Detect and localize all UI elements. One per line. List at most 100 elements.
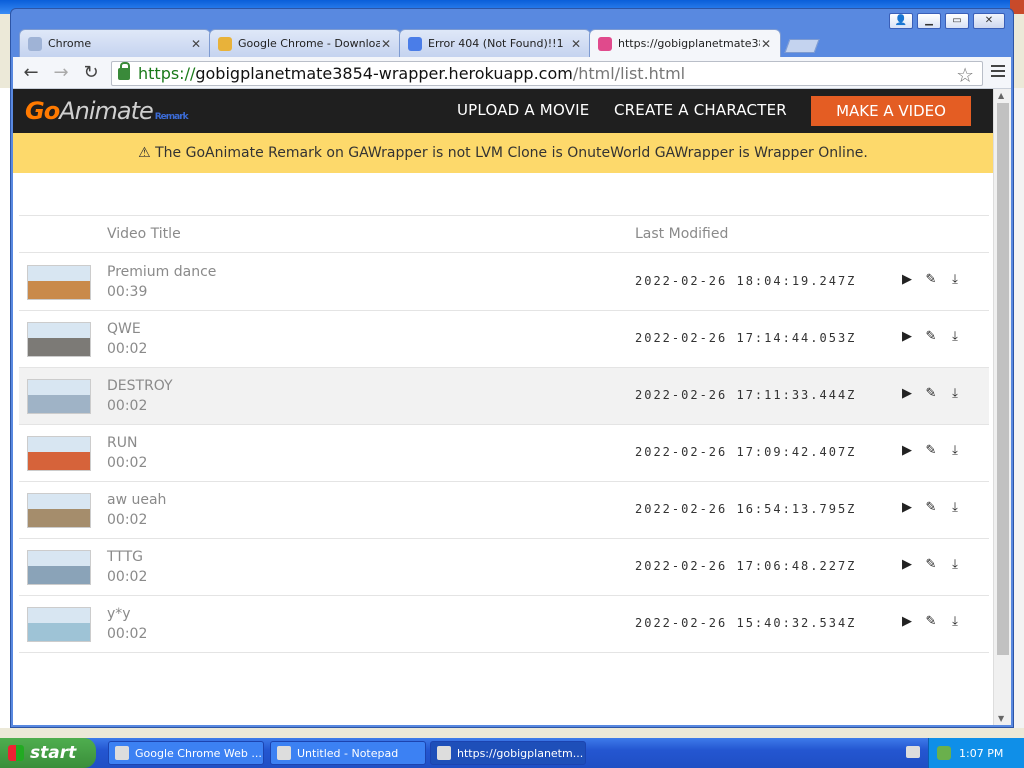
bookmark-star-icon[interactable]: ☆ xyxy=(956,63,974,87)
taskbar-item[interactable]: Untitled - Notepad xyxy=(270,741,426,765)
table-row[interactable]: TTTG 00:02 2022-02-26 17:06:48.227Z ▶ ✎ ⤓ xyxy=(19,539,989,596)
clock[interactable]: 1:07 PM xyxy=(959,747,1003,760)
video-thumbnail[interactable] xyxy=(27,265,91,300)
play-icon[interactable]: ▶ xyxy=(899,556,915,574)
play-icon[interactable]: ▶ xyxy=(899,499,915,517)
video-title[interactable]: QWE xyxy=(107,321,141,337)
url-scheme: https:// xyxy=(138,64,196,83)
video-duration: 00:02 xyxy=(107,626,148,642)
edit-icon[interactable]: ✎ xyxy=(923,613,939,631)
page-icon xyxy=(28,36,42,51)
edit-icon[interactable]: ✎ xyxy=(923,385,939,403)
play-icon[interactable]: ▶ xyxy=(899,271,915,289)
logo-go: Go xyxy=(25,97,60,125)
table-row[interactable]: aw ueah 00:02 2022-02-26 16:54:13.795Z ▶ ✎ ⤓ xyxy=(19,482,989,539)
wrapper-icon xyxy=(598,36,612,51)
url-host: gobigplanetmate3854-wrapper.herokuapp.co… xyxy=(195,64,573,83)
menu-icon[interactable] xyxy=(991,65,1005,80)
new-tab-button[interactable] xyxy=(784,39,820,53)
video-modified: 2022-02-26 17:09:42.407Z xyxy=(635,445,857,459)
make-video-button[interactable]: MAKE A VIDEO xyxy=(811,96,971,126)
play-icon[interactable]: ▶ xyxy=(899,328,915,346)
goanimate-logo[interactable]: GoAnimate Remark xyxy=(25,97,189,125)
download-icon[interactable]: ⤓ xyxy=(947,271,963,289)
app-icon xyxy=(115,746,129,760)
video-title[interactable]: RUN xyxy=(107,435,137,451)
table-row[interactable]: RUN 00:02 2022-02-26 17:09:42.407Z ▶ ✎ ⤓ xyxy=(19,425,989,482)
download-icon[interactable]: ⤓ xyxy=(947,385,963,403)
tray-icon[interactable] xyxy=(937,746,951,760)
taskbar-item[interactable]: https://gobigplanetm... xyxy=(430,741,586,765)
video-title[interactable]: TTTG xyxy=(107,549,143,565)
play-icon[interactable]: ▶ xyxy=(899,442,915,460)
window-controls: 👤 ▁ ▭ ✕ xyxy=(889,13,1005,29)
table-row[interactable]: QWE 00:02 2022-02-26 17:14:44.053Z ▶ ✎ ⤓ xyxy=(19,311,989,368)
close-button[interactable]: ✕ xyxy=(973,13,1005,29)
forward-icon[interactable]: → xyxy=(49,61,73,85)
tab-close-icon[interactable]: ✕ xyxy=(760,37,772,51)
taskbar-item[interactable]: Google Chrome Web ... xyxy=(108,741,264,765)
taskbar-item-label: Google Chrome Web ... xyxy=(135,746,262,760)
download-icon[interactable]: ⤓ xyxy=(947,328,963,346)
row-actions: ▶ ✎ ⤓ xyxy=(899,328,963,346)
site-header: GoAnimate Remark UPLOAD A MOVIE CREATE A … xyxy=(13,89,993,133)
video-title[interactable]: Premium dance xyxy=(107,264,216,280)
tab-1[interactable]: Google Chrome - Download ✕ xyxy=(209,29,401,57)
video-modified: 2022-02-26 17:11:33.444Z xyxy=(635,388,857,402)
vertical-scrollbar[interactable]: ▲ ▼ xyxy=(993,89,1011,725)
video-thumbnail[interactable] xyxy=(27,379,91,414)
reload-icon[interactable]: ↻ xyxy=(79,61,103,85)
edit-icon[interactable]: ✎ xyxy=(923,442,939,460)
url-path: /html/list.html xyxy=(572,64,686,83)
video-thumbnail[interactable] xyxy=(27,607,91,642)
address-bar[interactable]: https:// gobigplanetmate3854-wrapper.her… xyxy=(111,61,983,87)
chrome-window: 👤 ▁ ▭ ✕ Chrome ✕ Google Chrome - Download ✕… xyxy=(10,8,1014,728)
column-header-modified[interactable]: Last Modified xyxy=(635,226,728,242)
tab-close-icon[interactable]: ✕ xyxy=(190,37,202,51)
scroll-thumb[interactable] xyxy=(997,103,1009,655)
download-icon[interactable]: ⤓ xyxy=(947,442,963,460)
table-row[interactable]: DESTROY 00:02 2022-02-26 17:11:33.444Z ▶ ✎ ⤓ xyxy=(19,368,989,425)
back-icon[interactable]: ← xyxy=(19,61,43,85)
video-thumbnail[interactable] xyxy=(27,550,91,585)
taskbar-item-label: Untitled - Notepad xyxy=(297,746,399,760)
minimize-button[interactable]: ▁ xyxy=(917,13,941,29)
notice-banner: ⚠ The GoAnimate Remark on GAWrapper is n… xyxy=(13,133,993,173)
page-viewport: GoAnimate Remark UPLOAD A MOVIE CREATE A … xyxy=(13,89,1011,725)
download-icon[interactable]: ⤓ xyxy=(947,499,963,517)
video-title[interactable]: DESTROY xyxy=(107,378,173,394)
profile-icon[interactable]: 👤 xyxy=(889,13,913,29)
column-header-title[interactable]: Video Title xyxy=(107,226,181,242)
video-thumbnail[interactable] xyxy=(27,493,91,528)
edit-icon[interactable]: ✎ xyxy=(923,556,939,574)
table-row[interactable]: Premium dance 00:39 2022-02-26 18:04:19.24… xyxy=(19,254,989,311)
create-character-link[interactable]: CREATE A CHARACTER xyxy=(614,101,787,119)
maximize-button[interactable]: ▭ xyxy=(945,13,969,29)
video-thumbnail[interactable] xyxy=(27,436,91,471)
tab-close-icon[interactable]: ✕ xyxy=(570,37,582,51)
video-title[interactable]: y*y xyxy=(107,606,131,622)
download-icon[interactable]: ⤓ xyxy=(947,613,963,631)
scroll-down-icon[interactable]: ▼ xyxy=(998,714,1004,723)
table-row[interactable]: y*y 00:02 2022-02-26 15:40:32.534Z ▶ ✎ ⤓ xyxy=(19,596,989,653)
tab-close-icon[interactable]: ✕ xyxy=(380,37,392,51)
tab-3[interactable]: https://gobigplanetmate385 ✕ xyxy=(589,29,781,57)
scroll-up-icon[interactable]: ▲ xyxy=(998,91,1004,100)
keyboard-icon[interactable] xyxy=(906,746,920,758)
edit-icon[interactable]: ✎ xyxy=(923,271,939,289)
play-icon[interactable]: ▶ xyxy=(899,613,915,631)
tab-0[interactable]: Chrome ✕ xyxy=(19,29,211,57)
video-title[interactable]: aw ueah xyxy=(107,492,166,508)
chrome-icon xyxy=(218,36,232,51)
download-icon[interactable]: ⤓ xyxy=(947,556,963,574)
tab-2[interactable]: Error 404 (Not Found)!!1 ✕ xyxy=(399,29,591,57)
edit-icon[interactable]: ✎ xyxy=(923,499,939,517)
edit-icon[interactable]: ✎ xyxy=(923,328,939,346)
row-actions: ▶ ✎ ⤓ xyxy=(899,442,963,460)
video-duration: 00:39 xyxy=(107,284,148,300)
upload-movie-link[interactable]: UPLOAD A MOVIE xyxy=(457,101,589,119)
play-icon[interactable]: ▶ xyxy=(899,385,915,403)
video-thumbnail[interactable] xyxy=(27,322,91,357)
start-button[interactable]: start xyxy=(0,738,96,768)
background-window-edge-right xyxy=(1014,88,1024,728)
